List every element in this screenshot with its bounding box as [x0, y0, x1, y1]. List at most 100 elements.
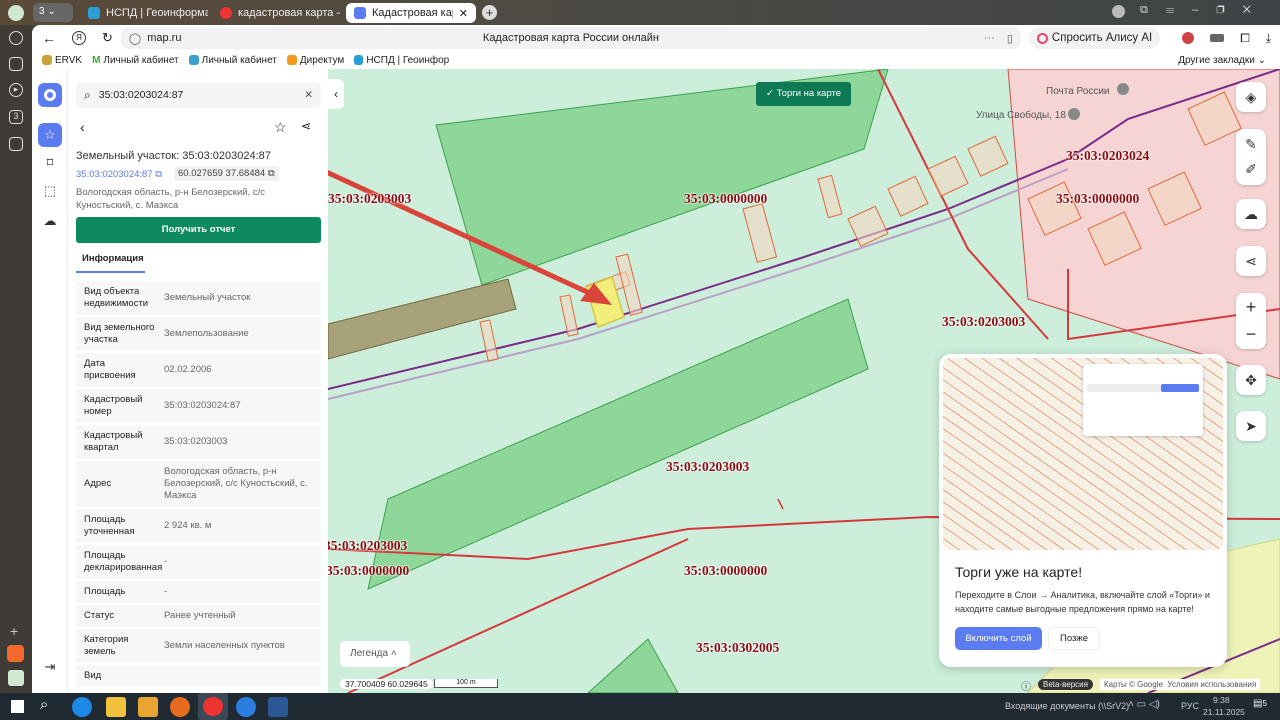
- profile-avatar[interactable]: [8, 5, 24, 21]
- bookmark-directum[interactable]: Директум: [286, 54, 345, 66]
- draw-area-icon[interactable]: ⌑: [38, 151, 62, 175]
- zoom-out-button[interactable]: −: [1246, 324, 1257, 345]
- info-value: 35:03:0203024:87: [164, 400, 241, 411]
- layers-icon[interactable]: ◈: [1236, 82, 1266, 112]
- account-icon[interactable]: [1112, 5, 1125, 18]
- favorites-icon[interactable]: ☆: [38, 123, 62, 147]
- app-3-icon[interactable]: 3: [9, 110, 23, 124]
- login-icon[interactable]: ⇥: [38, 655, 62, 679]
- back-icon[interactable]: ←: [42, 30, 56, 46]
- bookmark-label: Директум: [299, 54, 345, 66]
- select-area-icon[interactable]: ⬚: [38, 179, 62, 203]
- extensions-icon[interactable]: ⧠: [1240, 31, 1250, 46]
- tray-icons[interactable]: ˄ ▭ ◁): [1128, 699, 1160, 710]
- word-icon[interactable]: [268, 697, 288, 717]
- copy-icon[interactable]: ⧉: [268, 168, 275, 179]
- legend-button[interactable]: Легенда ˄: [340, 641, 410, 667]
- toolbar-docs[interactable]: Входящие документы (\\SrV2): [1005, 701, 1129, 711]
- close-tab-icon[interactable]: ✕: [459, 7, 468, 20]
- add-icon[interactable]: +: [10, 623, 18, 639]
- history-icon[interactable]: [9, 31, 23, 45]
- info-value: -: [164, 586, 168, 597]
- mail-icon[interactable]: [7, 645, 24, 662]
- tab-group-button[interactable]: 3 ⌄: [33, 3, 73, 22]
- poi-label[interactable]: Улица Свободы, 18: [976, 110, 1066, 121]
- yandex-browser-icon[interactable]: [198, 693, 228, 720]
- explorer-icon[interactable]: [106, 697, 126, 717]
- move-icon[interactable]: ✥: [1236, 365, 1266, 395]
- logo-icon: [44, 89, 56, 101]
- terms-link[interactable]: Условия использования: [1167, 680, 1256, 689]
- bookmark-ervk[interactable]: ERVK: [42, 55, 82, 66]
- info-key: Вид земельного участка: [84, 322, 155, 345]
- share-map-icon[interactable]: ⋖: [1236, 246, 1266, 276]
- app-logo[interactable]: [38, 83, 62, 107]
- info-icon[interactable]: ⓘ: [1021, 678, 1031, 693]
- yandex-home-icon[interactable]: Я: [72, 31, 86, 45]
- favorite-star-icon[interactable]: ☆: [274, 119, 287, 136]
- edit-icon[interactable]: ✐: [1245, 161, 1257, 178]
- reload-icon[interactable]: ↻: [102, 30, 113, 46]
- app-icon[interactable]: [8, 670, 24, 686]
- search-input[interactable]: ⌕ 35:03:0203024:87 ✕: [76, 82, 321, 108]
- extension-icon[interactable]: [1182, 32, 1195, 44]
- language-indicator[interactable]: РУС: [1181, 701, 1199, 711]
- firefox-icon[interactable]: [170, 697, 190, 717]
- app-icon[interactable]: [9, 137, 23, 151]
- other-bookmarks[interactable]: Другие закладки ⌄: [1178, 55, 1266, 66]
- bookmark-cabinet-2[interactable]: Личный кабинет: [188, 55, 277, 66]
- zoom-in-button[interactable]: +: [1246, 297, 1257, 318]
- back-button[interactable]: ‹: [80, 119, 85, 135]
- bookmark-label: ERVK: [55, 54, 83, 66]
- get-report-button[interactable]: Получить отчет: [76, 217, 321, 243]
- more-icon[interactable]: ···: [984, 32, 995, 44]
- new-tab-button[interactable]: +: [482, 5, 497, 20]
- window-controls[interactable]: ⧉☰–❐✕: [1140, 4, 1269, 17]
- clock-date[interactable]: 21.11.2025: [1203, 707, 1245, 717]
- info-key: Адрес: [84, 478, 112, 489]
- ask-alice-button[interactable]: Спросить Алису AI: [1028, 27, 1161, 49]
- nspd-icon: [88, 7, 100, 19]
- tab-label: кадастровая карта — Янд: [238, 7, 340, 19]
- download-icon[interactable]: ⤓: [1266, 31, 1271, 46]
- bookmark-cabinet-1[interactable]: M Личный кабинет: [92, 55, 179, 66]
- coords-chip[interactable]: 60.027659 37.68484 ⧉: [174, 166, 279, 181]
- url-field[interactable]: ◯ map.ru Кадастровая карта России онлайн…: [120, 27, 1021, 49]
- play-icon[interactable]: ▸: [9, 83, 23, 97]
- clock-time[interactable]: 9:38: [1213, 695, 1230, 705]
- tab-yandex[interactable]: кадастровая карта — Янд: [212, 3, 340, 23]
- poi-label[interactable]: Почта России: [1046, 86, 1110, 97]
- edge-icon[interactable]: [72, 697, 92, 717]
- later-button[interactable]: Позже: [1048, 627, 1100, 650]
- search-icon[interactable]: ⌕: [40, 696, 48, 713]
- cloud-icon[interactable]: ☁: [38, 209, 62, 233]
- tab-cadastral-map[interactable]: Кадастровая карта Рос ✕: [346, 3, 476, 23]
- poi-pin-icon[interactable]: [1068, 108, 1080, 120]
- map-app-icon: [354, 7, 366, 19]
- cadastral-link[interactable]: 35:03:0203024:87 ⧉: [76, 169, 162, 180]
- torgi-toggle[interactable]: ✓ Торги на карте: [756, 82, 852, 106]
- notifications-icon[interactable]: ▤5: [1253, 698, 1267, 709]
- clear-search-icon[interactable]: ✕: [304, 89, 313, 101]
- ruler-icon[interactable]: ✎: [1245, 136, 1257, 153]
- app-rail: ☆ ⌑ ⬚ ☁ ⇥: [32, 69, 68, 693]
- upload-icon[interactable]: ☁: [1236, 199, 1266, 229]
- poi-pin-icon[interactable]: [1117, 83, 1129, 95]
- map-canvas[interactable]: 35:03:0203003 35:03:0000000 35:03:020302…: [328, 69, 1280, 693]
- outlook-icon[interactable]: [138, 697, 158, 717]
- start-icon[interactable]: [11, 700, 24, 713]
- ie-icon[interactable]: [236, 697, 256, 717]
- bookmark-nspd[interactable]: НСПД | Геоинфор: [354, 55, 449, 66]
- bookmark-icon[interactable]: ▯: [1007, 32, 1013, 45]
- enable-layer-button[interactable]: Включить слой: [955, 627, 1042, 650]
- info-row: Вид земельного участка Землепользование: [76, 317, 321, 353]
- extension-icon[interactable]: [1210, 34, 1225, 42]
- check-icon: ✓: [766, 88, 774, 99]
- collections-icon[interactable]: [9, 57, 23, 71]
- copy-icon[interactable]: ⧉: [155, 169, 162, 180]
- geolocation-icon[interactable]: ➤: [1236, 411, 1266, 441]
- collapse-panel-button[interactable]: ‹: [328, 79, 344, 109]
- tab-nspd[interactable]: НСПД | Геоинформацион: [80, 3, 208, 23]
- share-icon[interactable]: ⋖: [301, 119, 311, 133]
- tab-information[interactable]: Информация: [76, 253, 145, 273]
